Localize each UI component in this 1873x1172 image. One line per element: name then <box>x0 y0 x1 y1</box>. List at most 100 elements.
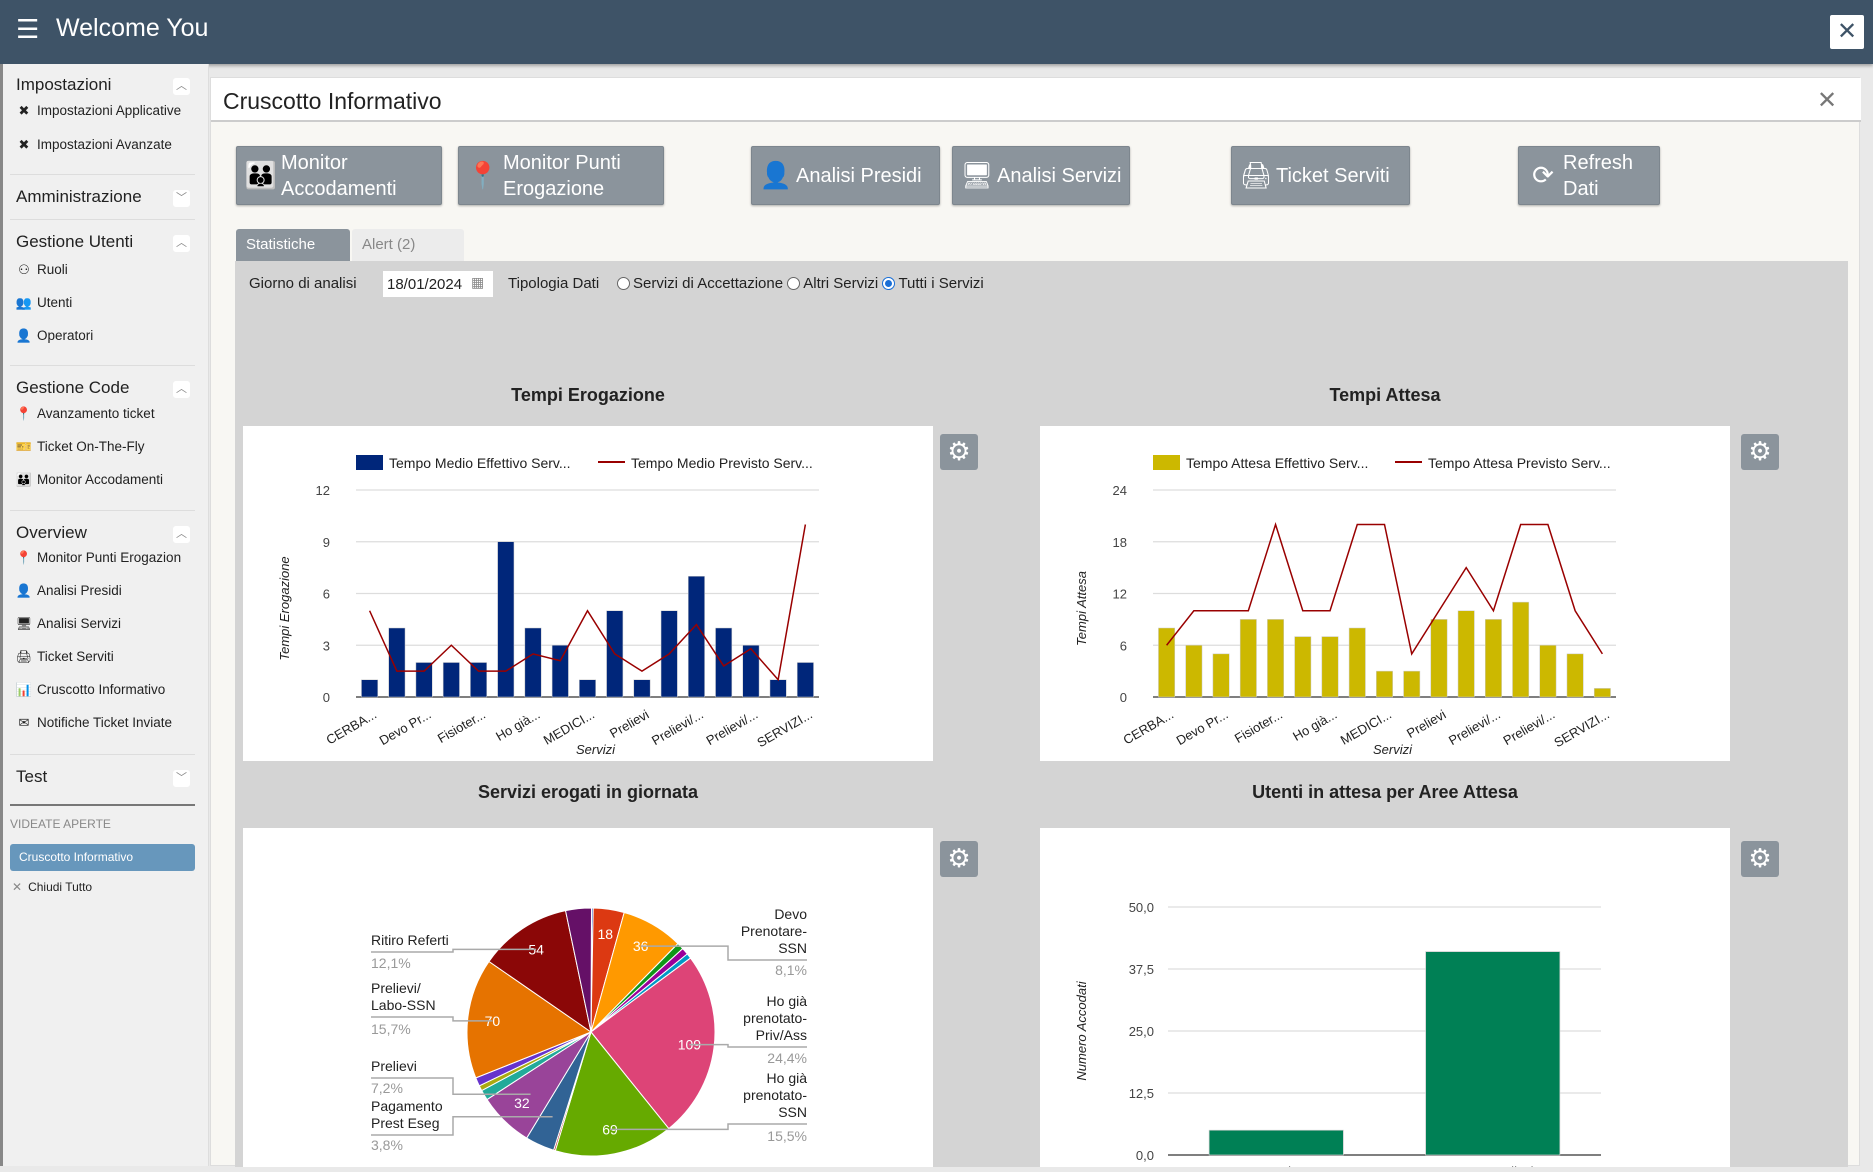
sidebar-section-amministrazione[interactable]: Amministrazione <box>16 187 142 207</box>
chart-settings-button[interactable]: ⚙ <box>1741 841 1779 877</box>
toolbar-button-monitor[interactable]: 👪 Monitor Accodamenti <box>236 146 442 205</box>
chevron-down-icon[interactable]: ﹀ <box>173 770 190 787</box>
y-tick-label: 9 <box>323 535 330 550</box>
sidebar-item-monitor-accodamenti[interactable]: 👪 Monitor Accodamenti <box>15 472 163 488</box>
x-tick-label: Devo Pr... <box>1174 707 1231 749</box>
toolbar-button-analisi-servizi[interactable]: 🖥 Analisi Servizi <box>952 146 1130 205</box>
monitor-users-icon: 🖥 <box>960 160 994 190</box>
bar[interactable] <box>1430 619 1448 698</box>
bar[interactable] <box>1566 653 1584 698</box>
bar[interactable] <box>1185 645 1203 698</box>
sidebar-item-avanzamento-ticket[interactable]: 📍 Avanzamento ticket <box>15 406 155 422</box>
bar[interactable] <box>1267 619 1284 698</box>
bar[interactable] <box>551 645 569 698</box>
chevron-up-icon[interactable]: ︿ <box>173 381 190 398</box>
close-panel-button[interactable]: ✕ <box>1817 86 1837 115</box>
open-view-cruscotto[interactable]: Cruscotto Informativo <box>10 844 195 871</box>
bar[interactable] <box>579 679 596 698</box>
sidebar-item-ticket-on-the-fly[interactable]: 🎫 Ticket On-The-Fly <box>15 439 145 455</box>
tab-alert[interactable]: Alert (2) <box>352 229 464 261</box>
divider <box>10 174 195 175</box>
chevron-up-icon[interactable]: ︿ <box>173 235 190 252</box>
app-title: Welcome You <box>56 14 209 42</box>
chart-settings-button[interactable]: ⚙ <box>1741 434 1779 470</box>
bar[interactable] <box>1348 627 1366 698</box>
bar[interactable] <box>1403 670 1421 698</box>
sidebar-section-overview[interactable]: Overview <box>16 523 87 543</box>
bar[interactable] <box>470 662 487 698</box>
sidebar-item-monitor-punti-erogazion[interactable]: 📍 Monitor Punti Erogazion <box>15 550 181 566</box>
legend-label[interactable]: Tempo Medio Effettivo Serv... <box>389 455 571 471</box>
bar[interactable] <box>796 662 814 698</box>
chart-settings-button[interactable]: ⚙ <box>940 841 978 877</box>
legend-label[interactable]: Tempo Attesa Previsto Serv... <box>1428 455 1611 471</box>
close-all-button[interactable]: ✕ Chiudi Tutto <box>12 880 92 894</box>
sidebar-item-cruscotto-informativo[interactable]: 📊 Cruscotto Informativo <box>15 682 165 698</box>
radio-tutti-servizi[interactable]: Tutti i Servizi <box>882 275 984 292</box>
bar[interactable] <box>1485 619 1502 698</box>
queue-icon: 👪 <box>15 472 33 487</box>
bar[interactable] <box>1425 951 1561 1156</box>
bar[interactable] <box>688 576 705 698</box>
sidebar-section-gestione-utenti[interactable]: Gestione Utenti <box>16 232 133 252</box>
bar[interactable] <box>1376 670 1393 698</box>
sidebar-item-analisi-servizi[interactable]: 🖥 Analisi Servizi <box>15 616 121 632</box>
legend-label[interactable]: Tempo Attesa Effettivo Serv... <box>1186 455 1368 471</box>
chart-settings-button[interactable]: ⚙ <box>940 434 978 470</box>
bar[interactable] <box>1212 653 1230 698</box>
sidebar-item-ruoli[interactable]: ⚇ Ruoli <box>15 262 68 278</box>
hamburger-icon[interactable]: ☰ <box>16 14 39 45</box>
sidebar-section-impostazioni[interactable]: Impostazioni <box>16 75 111 95</box>
radio-altri-servizi[interactable]: Altri Servizi <box>787 275 878 292</box>
bar[interactable] <box>361 679 379 698</box>
calendar-icon[interactable]: ▦ <box>471 274 484 291</box>
date-field[interactable]: 18/01/2024 ▦ <box>383 271 493 297</box>
chevron-up-icon[interactable]: ︿ <box>173 78 190 95</box>
chevron-down-icon[interactable]: ﹀ <box>173 190 190 207</box>
chevron-up-icon[interactable]: ︿ <box>173 526 190 543</box>
bar[interactable] <box>442 662 460 698</box>
bar[interactable] <box>1457 610 1475 698</box>
sidebar-section-test[interactable]: Test <box>16 767 47 787</box>
tab-statistiche[interactable]: Statistiche <box>236 229 350 261</box>
x-tick-label: SERVIZI... <box>1551 707 1611 751</box>
close-app-button[interactable]: ✕ <box>1830 15 1864 49</box>
close-all-label: Chiudi Tutto <box>28 880 93 894</box>
toolbar-button-monitor-punti[interactable]: 📍 Monitor Punti Erogazione <box>458 146 664 205</box>
date-value: 18/01/2024 <box>387 276 463 293</box>
bar[interactable] <box>1239 619 1257 698</box>
sidebar-item-analisi-presidi[interactable]: 👤 Analisi Presidi <box>15 583 122 599</box>
radio-label: Tutti i Servizi <box>898 275 984 292</box>
toolbar-button-analisi-presidi[interactable]: 👤 Analisi Presidi <box>751 146 940 205</box>
bar[interactable] <box>1539 645 1557 698</box>
bar[interactable] <box>388 627 406 698</box>
bar[interactable] <box>1321 636 1339 698</box>
series-line[interactable] <box>368 524 807 682</box>
toolbar-button-refresh[interactable]: ⟳ Refresh Dati <box>1518 146 1660 205</box>
toolbar-button-ticket-serviti[interactable]: 🖨 Ticket Serviti <box>1231 146 1410 205</box>
bar[interactable] <box>1208 1129 1344 1156</box>
type-radio-group: Servizi di Accettazione Altri Servizi Tu… <box>617 275 984 292</box>
radio-servizi-accettazione[interactable]: Servizi di Accettazione <box>617 275 783 292</box>
bar[interactable] <box>633 679 651 698</box>
sidebar-item-operatori[interactable]: 👤 Operatori <box>15 328 93 344</box>
chart-tempi-erogazione: 0 3 6 9 12 CERBA... Devo Pr... Fisioter... Ho gi… <box>243 426 933 761</box>
bar[interactable] <box>1294 636 1312 698</box>
legend-label[interactable]: Tempo Medio Previsto Serv... <box>631 455 813 471</box>
bar[interactable] <box>497 541 515 698</box>
bar[interactable] <box>524 627 542 698</box>
series-line[interactable] <box>1166 522 1604 656</box>
sidebar-item-utenti[interactable]: 👥 Utenti <box>15 295 72 311</box>
sidebar-section-gestione-code[interactable]: Gestione Code <box>16 378 129 398</box>
sidebar-item-notifiche-ticket-inviate[interactable]: ✉ Notifiche Ticket Inviate <box>15 715 173 731</box>
sidebar-item-impostazioni-avanzate[interactable]: ✖ Impostazioni Avanzate <box>15 137 172 153</box>
bar[interactable] <box>1512 601 1530 698</box>
sidebar-item-impostazioni-applicative[interactable]: ✖ Impostazioni Applicative <box>15 103 182 119</box>
bar[interactable] <box>415 662 433 698</box>
y-axis-title: Tempi Erogazione <box>277 556 292 660</box>
bar[interactable] <box>1593 688 1611 698</box>
callout-label: Devo <box>774 906 807 922</box>
bar[interactable] <box>769 679 787 698</box>
button-label: Analisi Servizi <box>997 164 1122 187</box>
sidebar-item-ticket-serviti[interactable]: 🖨 Ticket Serviti <box>15 649 114 665</box>
